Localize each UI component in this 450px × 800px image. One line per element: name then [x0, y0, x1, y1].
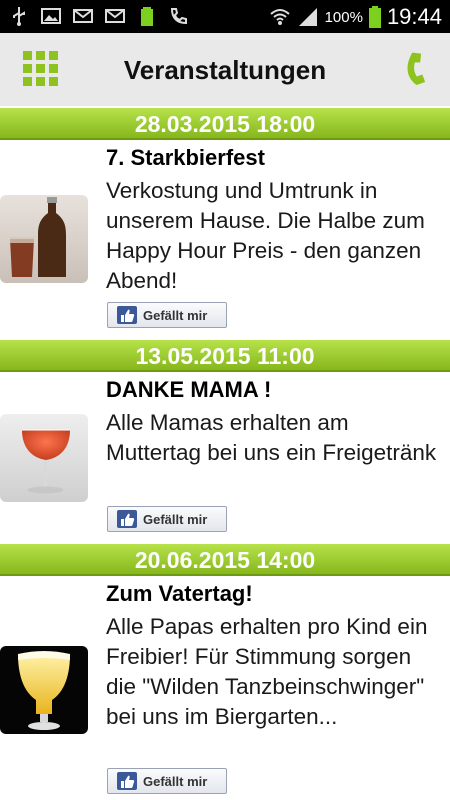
event-title: Zum Vatertag!: [106, 581, 253, 606]
event-description: Verkostung und Umtrunk in unserem Hause.…: [106, 178, 425, 293]
like-button[interactable]: Gefällt mir: [107, 506, 227, 532]
beer-glass-photo: [0, 646, 88, 734]
like-label: Gefällt mir: [143, 511, 208, 527]
battery-icon: [368, 6, 381, 28]
clock: 19:44: [386, 4, 442, 29]
facebook-like-icon: [117, 306, 137, 324]
event-image: [0, 414, 88, 502]
beer-bottle-photo: [0, 195, 88, 283]
event-item[interactable]: Zum Vatertag! Alle Papas erhalten pro Ki…: [0, 576, 450, 800]
event-description: Alle Mamas erhalten am Muttertag bei uns…: [106, 410, 437, 465]
like-button[interactable]: Gefällt mir: [107, 302, 227, 328]
event-description: Alle Papas erhalten pro Kind ein Freibie…: [106, 614, 428, 729]
facebook-like-icon: [117, 510, 137, 528]
status-bar: 100% 19:44: [0, 0, 450, 33]
event-image: [0, 646, 88, 734]
image-icon: [41, 8, 61, 24]
signal-icon: [298, 8, 317, 26]
event-date-bar: 20.06.2015 14:00: [0, 544, 450, 576]
event-title: DANKE MAMA !: [106, 377, 272, 402]
red-drink-glass-photo: [0, 414, 88, 502]
phone-icon[interactable]: [398, 51, 430, 87]
event-title: 7. Starkbierfest: [106, 145, 265, 170]
missed-call-icon: [170, 8, 187, 25]
battery-percent: 100%: [324, 8, 363, 26]
event-item[interactable]: 7. Starkbierfest Verkostung und Umtrunk …: [0, 140, 450, 338]
action-bar: Veranstaltungen: [0, 33, 450, 106]
event-image: [0, 195, 88, 283]
like-label: Gefällt mir: [143, 773, 208, 789]
email-icon: [73, 9, 93, 23]
battery-icon: [141, 7, 153, 26]
page-title: Veranstaltungen: [123, 55, 327, 85]
event-item[interactable]: DANKE MAMA ! Alle Mamas erhalten am Mutt…: [0, 372, 450, 542]
usb-icon: [13, 7, 25, 26]
event-date-bar: 28.03.2015 18:00: [0, 108, 450, 140]
event-date-bar: 13.05.2015 11:00: [0, 340, 450, 372]
facebook-like-icon: [117, 772, 137, 790]
wifi-icon: [269, 9, 290, 25]
email-icon: [105, 9, 125, 23]
like-label: Gefällt mir: [143, 307, 208, 323]
like-button[interactable]: Gefällt mir: [107, 768, 227, 794]
